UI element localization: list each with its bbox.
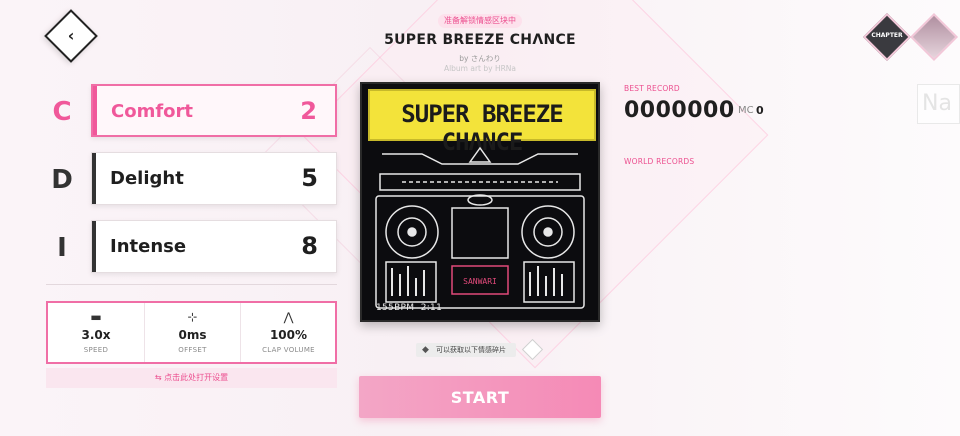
emotion-shard-badge: 可以获取以下情感碎片 <box>416 343 516 357</box>
difficulty-bar <box>93 86 97 135</box>
difficulty-bar <box>92 153 96 204</box>
best-record-label: BEST RECORD <box>624 84 680 93</box>
difficulty-name: Delight <box>110 168 184 189</box>
difficulty-bar <box>92 221 96 272</box>
duration-label: 2:11 <box>420 303 443 313</box>
offset-label: OFFSET <box>178 346 207 354</box>
clap-volume-icon: ⋀ <box>283 310 294 324</box>
offset-value: 0ms <box>178 328 207 342</box>
bpm-label: 155BPM <box>376 303 415 313</box>
speed-setting[interactable]: ▬ 3.0x SPEED <box>48 303 144 362</box>
difficulty-level: 8 <box>301 232 318 260</box>
mc-label: MC <box>738 105 754 116</box>
difficulty-level: 5 <box>301 164 318 192</box>
intense-icon: I <box>57 233 67 263</box>
speed-value: 3.0x <box>81 328 111 342</box>
difficulty-delight[interactable]: Delight 5 <box>91 152 337 205</box>
song-artist: by さんわり <box>459 54 501 63</box>
offset-icon: ⊹ <box>187 310 198 324</box>
difficulty-name: Comfort <box>111 101 194 122</box>
unlock-status-badge: 准备解锁情感区块中 <box>438 14 522 28</box>
chapter-label[interactable]: CHAPTER <box>862 32 912 39</box>
song-title: 5UPER BREEZE CHΛNCE <box>384 32 576 48</box>
clap-volume-label: CLAP VOLUME <box>262 346 315 354</box>
difficulty-name: Intense <box>110 236 187 257</box>
shard-icon: ◆ <box>422 345 429 355</box>
world-records-label[interactable]: WORLD RECORDS <box>624 157 694 166</box>
divider <box>46 284 337 285</box>
difficulty-intense[interactable]: Intense 8 <box>91 220 337 273</box>
speed-icon: ▬ <box>90 310 102 324</box>
start-button[interactable]: START <box>359 376 601 418</box>
album-art-credit: Album art by HRNa <box>443 64 517 73</box>
difficulty-comfort[interactable]: Comfort 2 <box>91 84 337 137</box>
difficulty-level: 2 <box>300 97 317 125</box>
album-title-strip: SUPER BREEZE CHΛNCE <box>368 89 596 156</box>
open-settings-label: 点击此处打开设置 <box>164 373 229 382</box>
swap-icon: ⇆ <box>154 373 162 382</box>
settings-panel: ▬ 3.0x SPEED ⊹ 0ms OFFSET ⋀ 100% CLAP VO… <box>46 301 337 364</box>
mc-value: 0 <box>756 104 764 117</box>
best-record-score: 0000000 <box>624 98 735 123</box>
clap-volume-value: 100% <box>269 328 308 342</box>
album-art: SUPER BREEZE CHΛNCE SANWARI 155BPM 2:11 <box>360 82 600 322</box>
album-meta: 155BPM 2:11 <box>376 303 442 313</box>
speed-label: SPEED <box>83 346 109 354</box>
delight-icon: D <box>51 165 73 195</box>
boombox-illustration: SANWARI <box>375 146 585 309</box>
comfort-icon: C <box>52 97 72 127</box>
back-arrow-icon[interactable]: ‹ <box>64 26 78 46</box>
grade-stamp: Na <box>917 84 960 124</box>
clap-volume-setting[interactable]: ⋀ 100% CLAP VOLUME <box>240 303 336 362</box>
offset-setting[interactable]: ⊹ 0ms OFFSET <box>144 303 240 362</box>
album-inner-tag: SANWARI <box>463 277 497 286</box>
open-settings-button[interactable]: ⇆ 点击此处打开设置 <box>46 368 337 388</box>
